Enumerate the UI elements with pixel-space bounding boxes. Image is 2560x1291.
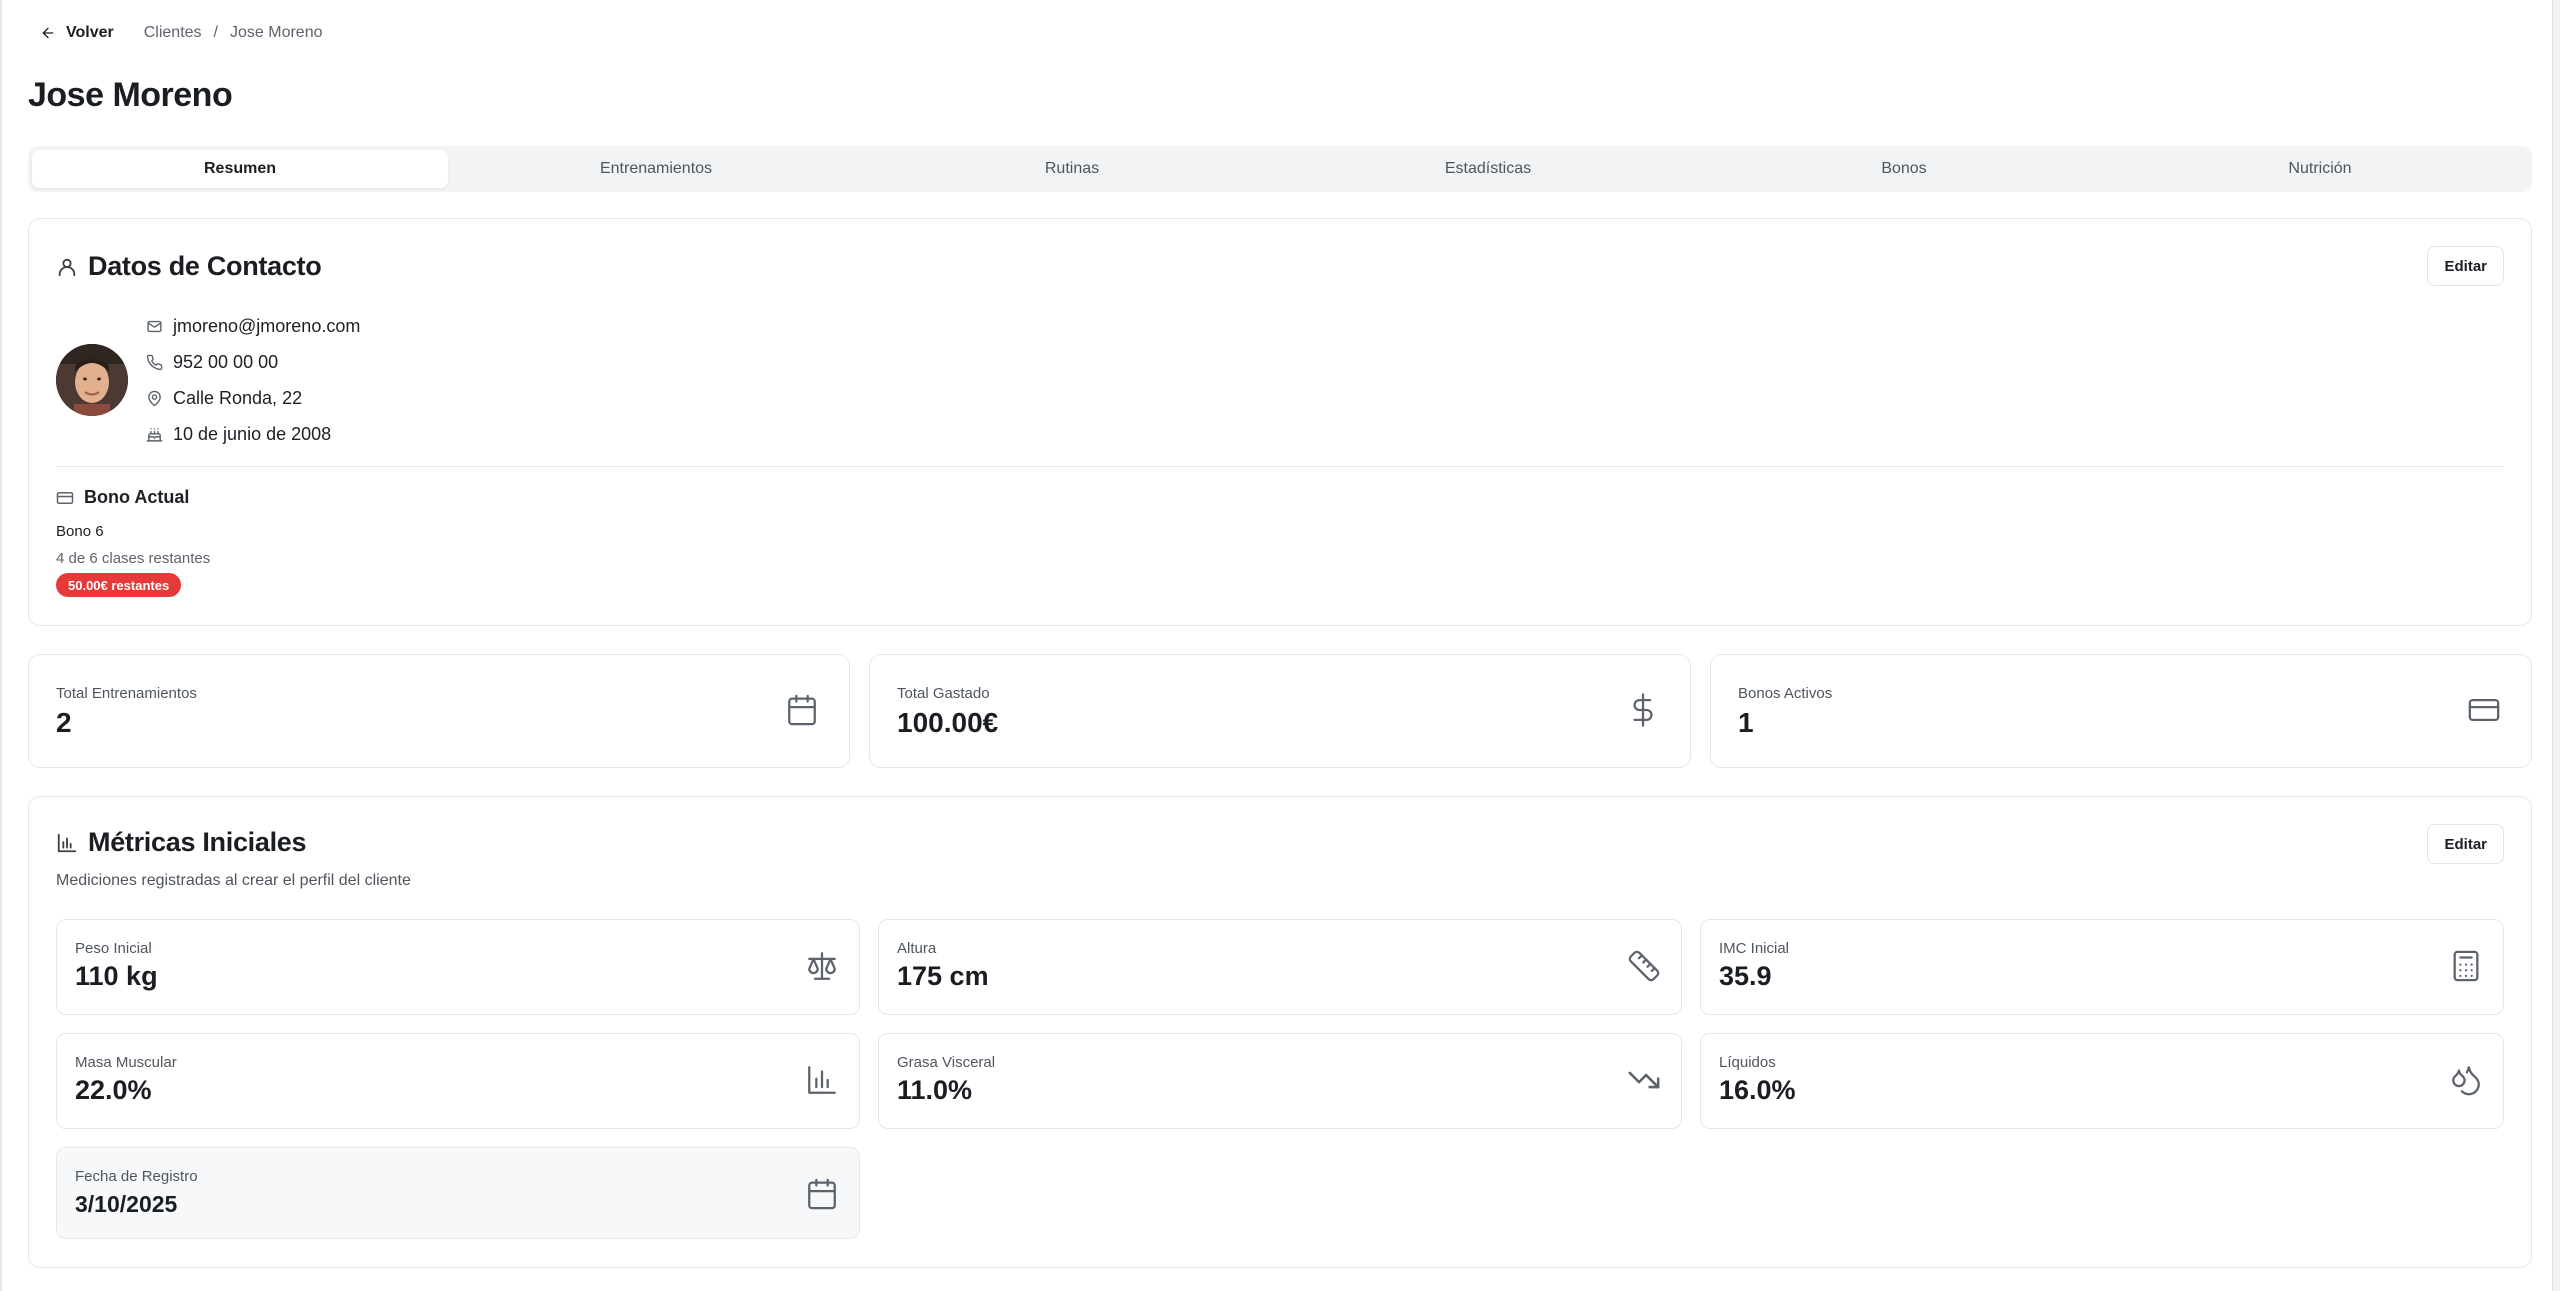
- metrics-title-text: Métricas Iniciales: [88, 827, 307, 857]
- bar-chart-icon: [57, 833, 77, 852]
- stat-card-total-gastado: Total Gastado 100.00€: [869, 654, 1691, 768]
- map-pin-icon: [148, 390, 161, 406]
- metric-label: Masa Muscular: [75, 1054, 177, 1071]
- window-left-edge: [0, 0, 2, 1291]
- contact-address: Calle Ronda, 22: [173, 387, 303, 408]
- credit-card-icon: [2468, 698, 2500, 722]
- back-label: Volver: [66, 24, 114, 41]
- stat-label: Bonos Activos: [1738, 685, 1833, 702]
- metric-value: 16.0%: [1719, 1075, 1796, 1105]
- tab-bonos[interactable]: Bonos: [1696, 150, 2112, 188]
- stat-label: Total Gastado: [897, 685, 990, 702]
- metric-imc-inicial: IMC Inicial 35.9: [1700, 919, 2504, 1015]
- metric-value: 110 kg: [75, 961, 158, 991]
- tab-entrenamientos[interactable]: Entrenamientos: [448, 150, 864, 188]
- metric-value: 22.0%: [75, 1075, 152, 1105]
- phone-icon: [146, 354, 163, 370]
- metric-label: Peso Inicial: [75, 940, 152, 957]
- metric-label: Altura: [897, 940, 937, 957]
- credit-card-icon: [56, 491, 74, 504]
- contact-phone-row: 952 00 00 00: [146, 351, 360, 373]
- metric-liquidos: Líquidos 16.0%: [1700, 1033, 2504, 1129]
- metrics-subtitle: Mediciones registradas al crear el perfi…: [56, 872, 411, 889]
- metric-label: Fecha de Registro: [75, 1168, 198, 1185]
- page-title: Jose Moreno: [28, 76, 233, 114]
- calculator-icon: [2453, 950, 2479, 982]
- edit-metrics-button[interactable]: Editar: [2427, 824, 2504, 864]
- contact-birthday-row: 10 de junio de 2008: [146, 423, 360, 445]
- metric-altura: Altura 175 cm: [878, 919, 1682, 1015]
- avatar: [56, 344, 128, 416]
- contact-address-row: Calle Ronda, 22: [146, 387, 360, 409]
- contact-details: jmoreno@jmoreno.com 952 00 00 00 Calle R…: [146, 315, 360, 445]
- metric-value: 3/10/2025: [75, 1191, 178, 1217]
- stat-card-bonos-activos: Bonos Activos 1: [1710, 654, 2532, 768]
- divider: [56, 466, 2504, 467]
- calendar-icon: [808, 1178, 836, 1210]
- metric-grasa-visceral: Grasa Visceral 11.0%: [878, 1033, 1682, 1129]
- metrics-card: Métricas Iniciales Editar Mediciones reg…: [28, 796, 2532, 1268]
- tab-estadisticas[interactable]: Estadísticas: [1280, 150, 1696, 188]
- breadcrumb-current: Jose Moreno: [230, 24, 323, 41]
- metric-value: 175 cm: [897, 961, 989, 991]
- metric-masa-muscular: Masa Muscular 22.0%: [56, 1033, 860, 1129]
- scrollbar-track[interactable]: [2552, 0, 2560, 1291]
- droplets-icon: [2452, 1066, 2480, 1096]
- metric-value: 11.0%: [897, 1075, 973, 1105]
- avatar-photo: [56, 344, 128, 416]
- breadcrumb-clientes[interactable]: Clientes: [144, 24, 202, 42]
- stat-card-total-entrenamientos: Total Entrenamientos 2: [28, 654, 850, 768]
- top-navigation: Volver Clientes / Jose Moreno: [40, 20, 323, 46]
- metrics-card-title: Métricas Iniciales: [56, 827, 307, 858]
- breadcrumb: Clientes / Jose Moreno: [144, 24, 323, 42]
- tab-rutinas[interactable]: Rutinas: [864, 150, 1280, 188]
- scale-icon: [808, 952, 836, 980]
- contact-email[interactable]: jmoreno@jmoreno.com: [173, 316, 360, 337]
- cake-icon: [146, 427, 163, 442]
- dollar-icon: [1633, 693, 1653, 727]
- bono-remaining-classes: 4 de 6 clases restantes: [56, 550, 211, 567]
- breadcrumb-separator: /: [213, 24, 218, 41]
- contact-phone[interactable]: 952 00 00 00: [173, 352, 278, 373]
- contact-card-title: Datos de Contacto: [56, 251, 322, 282]
- calendar-icon: [788, 694, 816, 726]
- tab-resumen[interactable]: Resumen: [32, 150, 448, 188]
- contact-email-row: jmoreno@jmoreno.com: [146, 315, 360, 337]
- stat-value: 2: [56, 707, 72, 738]
- metric-label: Líquidos: [1719, 1054, 1776, 1071]
- ruler-icon: [1628, 950, 1660, 982]
- metric-peso-inicial: Peso Inicial 110 kg: [56, 919, 860, 1015]
- tab-bar: Resumen Entrenamientos Rutinas Estadísti…: [28, 146, 2532, 192]
- mail-icon: [147, 320, 162, 332]
- arrow-left-icon: [42, 27, 54, 39]
- stat-label: Total Entrenamientos: [56, 685, 197, 702]
- metric-fecha-registro: Fecha de Registro 3/10/2025: [56, 1147, 860, 1239]
- bono-heading-text: Bono Actual: [84, 487, 190, 507]
- current-bono-heading: Bono Actual: [56, 487, 189, 508]
- metric-label: Grasa Visceral: [897, 1054, 996, 1071]
- bar-chart-icon: [808, 1066, 836, 1094]
- stat-value: 100.00€: [897, 707, 999, 738]
- stat-value: 1: [1738, 707, 1754, 738]
- user-icon: [58, 258, 76, 276]
- tab-nutricion[interactable]: Nutrición: [2112, 150, 2528, 188]
- contact-birthday: 10 de junio de 2008: [173, 423, 332, 444]
- contact-title-text: Datos de Contacto: [88, 251, 322, 281]
- edit-contact-button[interactable]: Editar: [2427, 246, 2504, 286]
- metric-label: IMC Inicial: [1719, 940, 1790, 957]
- contact-card: Datos de Contacto Editar jmoreno@jmoreno…: [28, 218, 2532, 626]
- metric-value: 35.9: [1719, 961, 1772, 991]
- trending-down-icon: [1628, 1071, 1660, 1089]
- bono-balance-badge: 50.00€ restantes: [56, 573, 182, 597]
- back-button[interactable]: Volver: [40, 24, 114, 42]
- bono-name: Bono 6: [56, 523, 104, 540]
